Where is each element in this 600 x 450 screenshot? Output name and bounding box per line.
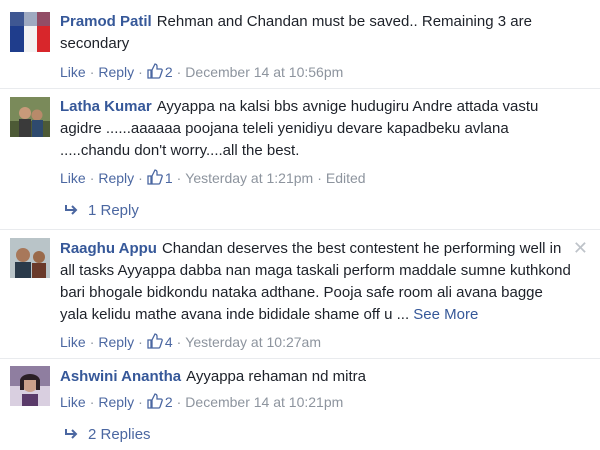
separator: · xyxy=(317,170,322,186)
separator: · xyxy=(138,170,143,186)
comment-body: Raaghu Appu Chandan deserves the best con… xyxy=(60,238,574,326)
separator: · xyxy=(138,334,143,350)
reply-arrow-icon xyxy=(65,205,78,215)
like-link[interactable]: Like xyxy=(60,170,86,186)
reply-link[interactable]: Reply xyxy=(98,394,134,410)
like-count[interactable]: 1 xyxy=(147,169,173,186)
separator: · xyxy=(89,170,95,186)
thumbs-up-icon xyxy=(147,393,163,409)
like-link[interactable]: Like xyxy=(60,394,86,410)
like-count[interactable]: 2 xyxy=(147,393,173,410)
thumbs-up-icon xyxy=(147,333,163,349)
comment-body: Pramod Patil Rehman and Chandan must be s… xyxy=(60,11,582,55)
separator: · xyxy=(176,334,182,350)
separator: · xyxy=(89,64,95,80)
separator: · xyxy=(176,170,182,186)
like-link[interactable]: Like xyxy=(60,334,86,350)
author-name[interactable]: Raaghu Appu xyxy=(60,240,157,257)
separator: · xyxy=(176,64,182,80)
view-replies[interactable]: 1 Reply xyxy=(64,202,139,219)
author-name[interactable]: Latha Kumar xyxy=(60,98,152,115)
divider xyxy=(0,88,600,89)
comment-actions: Like · Reply · 4 · Yesterday at 10:27am xyxy=(60,333,321,350)
thumbs-up-icon xyxy=(147,63,163,79)
separator: · xyxy=(138,64,143,80)
author-name[interactable]: Ashwini Anantha xyxy=(60,368,181,385)
reply-link[interactable]: Reply xyxy=(98,64,134,80)
replies-count[interactable]: 1 Reply xyxy=(88,202,139,219)
like-count[interactable]: 4 xyxy=(147,333,173,350)
reply-link[interactable]: Reply xyxy=(98,334,134,350)
close-icon[interactable]: ✕ xyxy=(573,239,588,257)
replies-count[interactable]: 2 Replies xyxy=(88,426,151,443)
author-name[interactable]: Pramod Patil xyxy=(60,13,152,30)
separator: · xyxy=(138,394,143,410)
like-count[interactable]: 2 xyxy=(147,63,173,80)
timestamp[interactable]: December 14 at 10:56pm xyxy=(185,64,343,80)
comment-body: Ashwini Anantha Ayyappa rehaman nd mitra xyxy=(60,366,582,388)
avatar[interactable] xyxy=(10,97,50,137)
like-link[interactable]: Like xyxy=(60,64,86,80)
separator: · xyxy=(89,334,95,350)
avatar[interactable] xyxy=(10,366,50,406)
view-replies[interactable]: 2 Replies xyxy=(64,426,151,443)
see-more-link[interactable]: See More xyxy=(413,306,478,323)
separator: · xyxy=(176,394,182,410)
timestamp[interactable]: Yesterday at 10:27am xyxy=(185,334,321,350)
comment-body: Latha Kumar Ayyappa na kalsi bbs avnige h… xyxy=(60,96,582,162)
edited-label[interactable]: Edited xyxy=(326,170,366,186)
comment-actions: Like · Reply · 2 · December 14 at 10:56pm xyxy=(60,63,343,80)
comment-actions: Like · Reply · 2 · December 14 at 10:21pm xyxy=(60,393,343,410)
thumbs-up-icon xyxy=(147,169,163,185)
separator: · xyxy=(89,394,95,410)
timestamp[interactable]: December 14 at 10:21pm xyxy=(185,394,343,410)
comment-text: Ayyappa rehaman nd mitra xyxy=(186,368,366,385)
comment-actions: Like · Reply · 1 · Yesterday at 1:21pm · Edited xyxy=(60,169,366,186)
divider xyxy=(0,358,600,359)
avatar[interactable] xyxy=(10,238,50,278)
reply-link[interactable]: Reply xyxy=(98,170,134,186)
avatar[interactable] xyxy=(10,12,50,52)
divider xyxy=(0,229,600,230)
timestamp[interactable]: Yesterday at 1:21pm xyxy=(185,170,313,186)
reply-arrow-icon xyxy=(65,429,78,439)
